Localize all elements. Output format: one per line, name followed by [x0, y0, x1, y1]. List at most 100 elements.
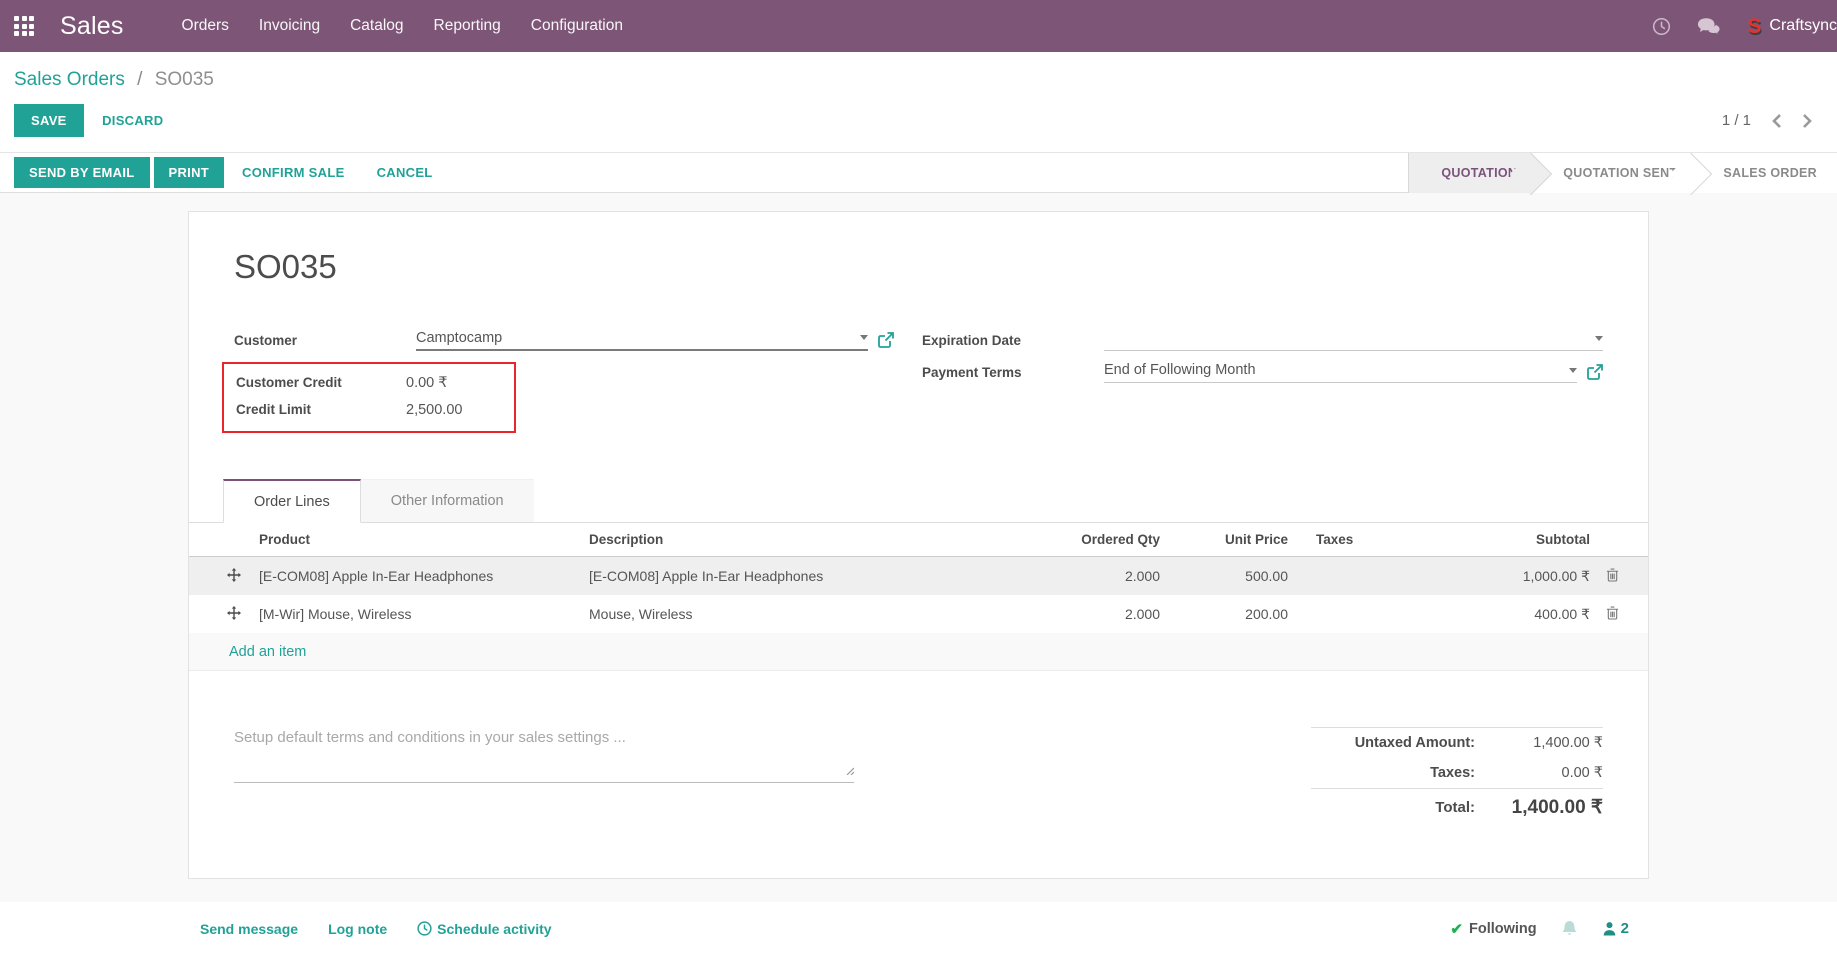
user-menu[interactable]: S Craftsync	[1747, 16, 1837, 37]
total-label: Total:	[1435, 799, 1475, 816]
state-ribbon: QUOTATION QUOTATION SENT SALES ORDER	[1408, 153, 1837, 193]
pager-counter: 1 / 1	[1721, 112, 1751, 129]
send-message-button[interactable]: Send message	[200, 921, 298, 937]
pager: 1 / 1	[1722, 112, 1821, 129]
column-taxes: Taxes	[1294, 523, 1444, 557]
menu-reporting[interactable]: Reporting	[434, 17, 501, 35]
credit-limit-label: Credit Limit	[236, 402, 312, 417]
confirm-sale-button[interactable]: CONFIRM SALE	[228, 156, 359, 189]
pager-previous-icon[interactable]	[1771, 113, 1782, 129]
add-an-item-link[interactable]: Add an item	[229, 644, 306, 660]
menu-configuration[interactable]: Configuration	[531, 17, 623, 35]
taxes-value: 0.00 ₹	[1561, 765, 1603, 781]
state-sales-order[interactable]: SALES ORDER	[1691, 153, 1837, 193]
terms-textarea[interactable]: Setup default terms and conditions in yo…	[234, 727, 855, 783]
payment-terms-external-link-icon[interactable]	[1587, 364, 1603, 380]
state-quotation[interactable]: QUOTATION	[1408, 153, 1532, 193]
schedule-activity-button[interactable]: Schedule activity	[417, 921, 552, 937]
payment-terms-input[interactable]: End of Following Month	[1104, 361, 1577, 383]
state-quotation-sent[interactable]: QUOTATION SENT	[1531, 153, 1692, 193]
print-button[interactable]: PRINT	[153, 157, 225, 188]
delete-line-icon[interactable]	[1596, 557, 1648, 596]
tab-other-information[interactable]: Other Information	[360, 479, 534, 522]
bell-icon[interactable]	[1561, 920, 1578, 938]
expiration-date-input[interactable]	[1104, 329, 1603, 351]
column-subtotal: Subtotal	[1444, 523, 1596, 557]
cell-unit-price[interactable]: 500.00	[1166, 557, 1294, 596]
customer-label: Customer	[234, 332, 298, 348]
customer-credit-label: Customer Credit	[236, 375, 342, 390]
breadcrumb-current: SO035	[154, 69, 214, 90]
cell-description[interactable]: [E-COM08] Apple In-Ear Headphones	[583, 557, 1036, 596]
main-content: SO035 Customer Camptocamp Customer Credi…	[0, 193, 1837, 902]
breadcrumb-sales-orders[interactable]: Sales Orders	[14, 69, 125, 90]
control-panel: Sales Orders / SO035 SAVE DISCARD 1 / 1	[0, 52, 1837, 152]
menu-orders[interactable]: Orders	[182, 17, 229, 35]
log-note-button[interactable]: Log note	[328, 921, 387, 937]
table-row[interactable]: [M-Wir] Mouse, Wireless Mouse, Wireless …	[189, 595, 1648, 633]
totals-panel: Untaxed Amount: 1,400.00 ₹ Taxes: 0.00 ₹…	[1311, 727, 1603, 826]
taxes-label: Taxes:	[1430, 765, 1475, 781]
add-item-row: Add an item	[189, 633, 1648, 671]
cell-subtotal: 400.00 ₹	[1534, 605, 1590, 622]
chevron-down-icon[interactable]	[860, 335, 868, 340]
cell-description[interactable]: Mouse, Wireless	[583, 595, 1036, 633]
person-icon	[1603, 922, 1615, 936]
cancel-button[interactable]: CANCEL	[363, 156, 447, 189]
discard-button[interactable]: DISCARD	[88, 104, 177, 137]
cell-subtotal: 1,000.00 ₹	[1522, 567, 1590, 584]
cell-product[interactable]: [M-Wir] Mouse, Wireless	[253, 595, 583, 633]
apps-grid-icon[interactable]	[14, 16, 34, 36]
payment-terms-label: Payment Terms	[922, 364, 1022, 380]
user-name: Craftsync	[1769, 17, 1837, 34]
cell-qty[interactable]: 2.000	[1036, 595, 1166, 633]
following-button[interactable]: ✔ Following	[1450, 920, 1536, 938]
delete-line-icon[interactable]	[1596, 595, 1648, 633]
credit-highlight-box: Customer Credit 0.00 ₹ Credit Limit 2,50…	[222, 362, 516, 433]
followers-button[interactable]: 2	[1602, 920, 1629, 937]
cell-qty[interactable]: 2.000	[1036, 557, 1166, 596]
menu-catalog[interactable]: Catalog	[350, 17, 403, 35]
untaxed-amount-value: 1,400.00 ₹	[1533, 735, 1603, 751]
chevron-down-icon[interactable]	[1569, 367, 1577, 373]
follower-count: 2	[1620, 920, 1629, 937]
top-navbar: Sales Orders Invoicing Catalog Reporting…	[0, 0, 1837, 52]
drag-handle-icon[interactable]	[189, 557, 253, 596]
total-value: 1,400.00 ₹	[1511, 797, 1603, 818]
statusbar: SEND BY EMAIL PRINT CONFIRM SALE CANCEL …	[0, 152, 1837, 193]
check-icon: ✔	[1450, 920, 1463, 938]
column-unit-price: Unit Price	[1166, 523, 1294, 557]
chevron-down-icon[interactable]	[1595, 335, 1603, 341]
pager-next-icon[interactable]	[1802, 113, 1813, 129]
form-sheet: SO035 Customer Camptocamp Customer Credi…	[188, 211, 1649, 879]
untaxed-amount-label: Untaxed Amount:	[1354, 735, 1475, 751]
order-title: SO035	[234, 248, 337, 285]
drag-handle-icon[interactable]	[189, 595, 253, 633]
following-label: Following	[1469, 920, 1537, 937]
send-by-email-button[interactable]: SEND BY EMAIL	[14, 157, 150, 188]
resize-handle-icon[interactable]	[844, 762, 855, 780]
messages-icon[interactable]	[1697, 17, 1722, 36]
column-ordered-qty: Ordered Qty	[1036, 523, 1166, 557]
order-lines-table: Product Description Ordered Qty Unit Pri…	[189, 523, 1648, 671]
column-product: Product	[253, 523, 583, 557]
notebook-tabs: Order Lines Other Information	[189, 479, 1648, 523]
cell-product[interactable]: [E-COM08] Apple In-Ear Headphones	[253, 557, 583, 596]
customer-credit-value: 0.00 ₹	[406, 374, 448, 391]
save-button[interactable]: SAVE	[14, 104, 84, 137]
app-name[interactable]: Sales	[60, 12, 124, 41]
table-row[interactable]: [E-COM08] Apple In-Ear Headphones [E-COM…	[189, 556, 1648, 596]
breadcrumb-separator: /	[137, 69, 143, 90]
tab-order-lines[interactable]: Order Lines	[223, 479, 361, 523]
breadcrumb: Sales Orders / SO035	[14, 69, 1821, 91]
cell-taxes[interactable]	[1294, 557, 1444, 596]
customer-external-link-icon[interactable]	[878, 332, 894, 348]
activities-clock-icon[interactable]	[1652, 17, 1671, 36]
customer-input[interactable]: Camptocamp	[416, 329, 868, 351]
credit-limit-value: 2,500.00	[406, 401, 463, 418]
cell-unit-price[interactable]: 200.00	[1166, 595, 1294, 633]
main-menu: Orders Invoicing Catalog Reporting Confi…	[182, 17, 623, 35]
menu-invoicing[interactable]: Invoicing	[259, 17, 320, 35]
cell-taxes[interactable]	[1294, 595, 1444, 633]
chatter: Send message Log note Schedule activity …	[0, 902, 1837, 955]
